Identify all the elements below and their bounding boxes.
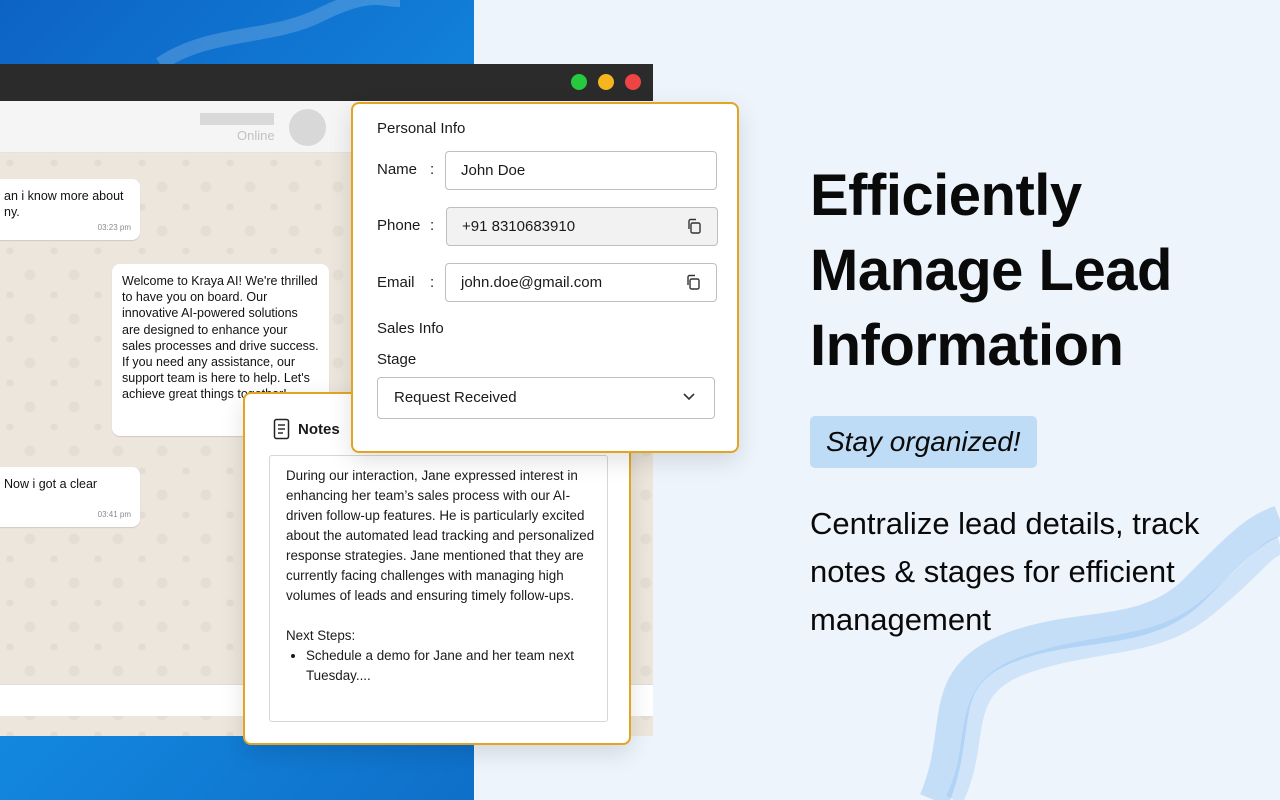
copy-icon[interactable] xyxy=(685,274,701,290)
avatar[interactable] xyxy=(289,109,326,146)
maximize-button[interactable] xyxy=(571,74,587,90)
name-field[interactable]: John Doe xyxy=(445,151,717,190)
message-bubble: an i know more about ny. 03:23 pm xyxy=(0,179,140,240)
email-field[interactable]: john.doe@gmail.com xyxy=(445,263,717,302)
notes-textarea[interactable]: During our interaction, Jane expressed i… xyxy=(269,455,608,722)
headline: Efficiently Manage Lead Information xyxy=(810,163,1172,378)
notes-title: Notes xyxy=(298,421,340,438)
colon: : xyxy=(430,161,435,178)
stage-value: Request Received xyxy=(394,389,517,406)
message-text: Now i got a clear xyxy=(4,477,98,491)
email-value: john.doe@gmail.com xyxy=(461,274,603,291)
colon: : xyxy=(430,274,435,291)
personal-info-title: Personal Info xyxy=(377,120,466,137)
chevron-down-icon xyxy=(683,393,695,401)
next-steps-list: Schedule a demo for Jane and her team ne… xyxy=(286,646,595,686)
phone-label: Phone xyxy=(377,217,421,234)
decorative-wave xyxy=(156,0,400,64)
colon: : xyxy=(430,217,435,234)
message-bubble: Now i got a clear 03:41 pm xyxy=(0,467,140,527)
description: Centralize lead details, track notes & s… xyxy=(810,506,1200,637)
email-label: Email xyxy=(377,274,415,291)
message-text: Welcome to Kraya AI! We're thrilled to h… xyxy=(122,274,319,402)
message-time: 03:41 pm xyxy=(97,509,131,519)
phone-field[interactable]: +91 8310683910 xyxy=(446,207,718,246)
phone-value: +91 8310683910 xyxy=(462,218,576,235)
list-item: Schedule a demo for Jane and her team ne… xyxy=(306,646,595,686)
contact-name-placeholder xyxy=(200,113,274,125)
notes-paragraph: During our interaction, Jane expressed i… xyxy=(286,468,595,603)
copy-icon[interactable] xyxy=(686,218,702,234)
notes-icon xyxy=(273,418,290,440)
sales-info-title: Sales Info xyxy=(377,320,444,337)
stage-label: Stage xyxy=(377,351,417,368)
message-text: an i know more about ny. xyxy=(4,189,124,220)
lead-info-card: Personal Info Name : John Doe Phone : +9… xyxy=(351,102,739,453)
stage-select[interactable]: Request Received xyxy=(377,377,715,419)
contact-status: Online xyxy=(237,128,275,143)
name-label: Name xyxy=(377,161,418,178)
tagline-badge: Stay organized! xyxy=(810,416,1037,468)
message-time: 03:23 pm xyxy=(97,222,131,232)
name-value: John Doe xyxy=(461,162,526,179)
window-titlebar xyxy=(0,64,653,101)
next-steps-label: Next Steps: xyxy=(286,628,356,643)
close-button[interactable] xyxy=(625,74,641,90)
minimize-button[interactable] xyxy=(598,74,614,90)
